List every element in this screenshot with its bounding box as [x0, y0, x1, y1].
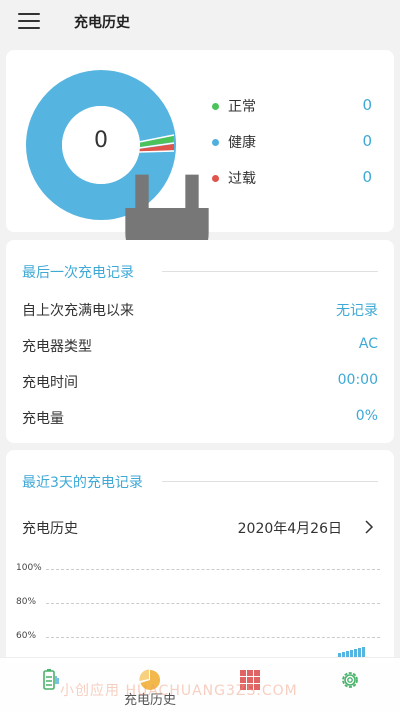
- legend-item-overload: 过载 0: [210, 168, 380, 204]
- battery-icon: [43, 669, 59, 690]
- section-title: 最后一次充电记录: [22, 265, 134, 281]
- red-dot-icon: [212, 175, 219, 182]
- axis-tick-60: 60%: [16, 631, 380, 645]
- chevron-right-icon[interactable]: [364, 520, 374, 534]
- history-date: 2020年4月26日: [237, 521, 342, 537]
- record-row-charge-amount: 充电量 0%: [22, 408, 378, 427]
- last-record-card: 最后一次充电记录 自上次充满电以来 无记录 充电器类型 AC 充电时间 00:0…: [6, 240, 394, 443]
- section-header: 最后一次充电记录: [22, 262, 378, 282]
- divider: [162, 481, 378, 482]
- legend-item-normal: 正常 0: [210, 96, 380, 132]
- summary-card: 0 正常 0 健康 0 过载 0: [6, 50, 394, 300]
- charge-bars: [338, 647, 365, 657]
- menu-icon[interactable]: [18, 13, 40, 29]
- top-bar: 充电历史: [0, 0, 400, 44]
- history-date-selector[interactable]: 充电历史 2020年4月26日: [22, 516, 378, 540]
- watermark: 小创应用 HUACHUANG3ZS.COM: [60, 683, 298, 699]
- green-dot-icon: [212, 103, 219, 110]
- legend: 正常 0 健康 0 过载 0: [210, 96, 380, 204]
- nav-settings[interactable]: [300, 658, 400, 711]
- gear-icon: [342, 672, 358, 688]
- blue-dot-icon: [212, 139, 219, 146]
- record-row-since-full: 自上次充满电以来 无记录: [22, 303, 378, 319]
- record-row-charger-type: 充电器类型 AC: [22, 336, 378, 355]
- axis-tick-100: 100%: [16, 563, 380, 577]
- bottom-nav: 充电历史 小创应用 HUACHUANG3ZS.COM: [0, 657, 400, 711]
- axis-tick-80: 80%: [16, 597, 380, 611]
- center-count: 0: [94, 128, 108, 153]
- recent-records-card: 最近3天的充电记录 充电历史 2020年4月26日 100% 80% 60%: [6, 450, 394, 665]
- divider: [162, 271, 378, 272]
- section-title: 最近3天的充电记录: [22, 475, 143, 491]
- page-title: 充电历史: [74, 15, 130, 31]
- section-header: 最近3天的充电记录: [22, 472, 378, 492]
- record-row-charge-time: 充电时间 00:00: [22, 372, 378, 391]
- legend-item-healthy: 健康 0: [210, 132, 380, 168]
- status-donut-chart: 0: [26, 70, 209, 300]
